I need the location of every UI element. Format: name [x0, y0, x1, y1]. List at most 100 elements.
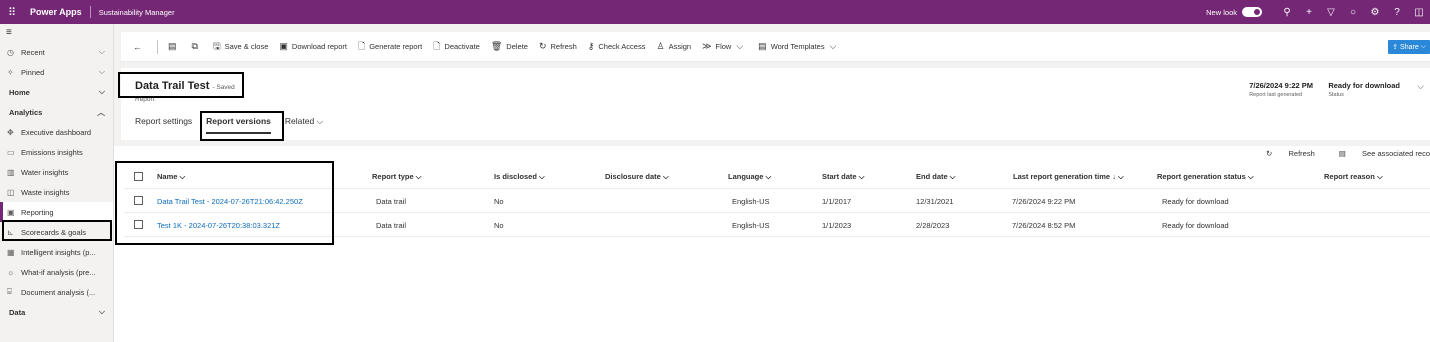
column-header-is-disclosed[interactable]: Is disclosed ⌵ [494, 172, 545, 182]
sidebar-item-reporting[interactable]: ▣ Reporting [0, 202, 113, 222]
row-generation-status: Ready for download [1162, 221, 1229, 230]
sidebar-group-label: Home [9, 87, 30, 97]
column-header-disclosure-date[interactable]: Disclosure date ⌵ [605, 172, 669, 182]
field-value: 7/26/2024 9:22 PM [1249, 81, 1313, 90]
share-button[interactable]: ⇪ Share ⌵ [1388, 40, 1430, 54]
save-icon: 🖫 [212, 40, 221, 51]
sidebar-item-label: Pinned [21, 67, 45, 77]
command-bar: ← ▤ ⧉ 🖫 Save & close ▣ Download report 🗋 Ge… [121, 32, 1430, 62]
tab-report-settings[interactable]: Report settings [135, 116, 192, 134]
chevron-down-icon[interactable]: ⌵ [99, 307, 105, 317]
download-report-button[interactable]: ▣ Download report [279, 41, 347, 52]
share-icon: ⇪ [1392, 44, 1401, 51]
download-icon: ▣ [279, 41, 288, 51]
app-launcher-icon[interactable]: ⠿ [0, 0, 24, 24]
column-header-generation-status[interactable]: Report generation status ⌵ [1157, 172, 1254, 182]
refresh-button[interactable]: ↻ Refresh [539, 41, 577, 52]
chevron-down-icon[interactable]: ⌵ [99, 47, 105, 57]
button-label: Check Access [598, 42, 646, 51]
sidebar-item-document-analysis[interactable]: ⌸ Document analysis (... [0, 282, 113, 302]
insights-icon: ▦ [7, 247, 15, 257]
chevron-down-icon: ⌵ [1247, 172, 1254, 181]
chevron-down-icon[interactable]: ⌵ [1417, 81, 1424, 92]
sidebar-item-intelligent-insights[interactable]: ▦ Intelligent insights (p... [0, 242, 113, 262]
row-start-date: 1/1/2023 [822, 221, 852, 230]
form-view-button[interactable]: ▤ [168, 41, 181, 52]
column-header-report-type[interactable]: Report type ⌵ [372, 172, 421, 182]
highlight-box-tab [200, 111, 284, 141]
brand-name[interactable]: Power Apps [30, 7, 82, 17]
filter-icon[interactable]: ▽ [1320, 7, 1342, 18]
new-look-label: New look [1206, 7, 1237, 17]
check-access-button[interactable]: ⚷ Check Access [588, 41, 646, 52]
refresh-icon: ↻ [1266, 149, 1277, 158]
chevron-up-icon[interactable]: ︿ [97, 107, 105, 118]
sidebar-item-what-if-analysis[interactable]: ☼ What-if analysis (pre... [0, 262, 113, 282]
chevron-down-icon[interactable]: ⌵ [99, 67, 105, 77]
save-close-button[interactable]: 🖫 Save & close [213, 39, 268, 55]
hamburger-icon[interactable]: ≡ [0, 24, 113, 42]
tab-label: Related [284, 116, 315, 126]
chevron-down-icon: ⌵ [539, 172, 545, 181]
sidebar-item-recent[interactable]: ◷ Recent ⌵ [0, 42, 113, 62]
header-label: Start date [822, 172, 857, 181]
add-icon[interactable]: + [1298, 7, 1320, 18]
sidebar-item-label: Intelligent insights (p... [21, 247, 96, 257]
row-end-date: 2/28/2023 [916, 221, 950, 230]
chevron-down-icon[interactable]: ⌵ [99, 87, 105, 97]
chevron-down-icon: ⌵ [1418, 43, 1426, 50]
tab-related[interactable]: Related ⌵ [285, 116, 323, 134]
highlight-box-reporting [2, 220, 112, 241]
see-associated-button[interactable]: ▤ See associated reco [1327, 149, 1430, 158]
deactivate-button[interactable]: 🗋 Deactivate [433, 39, 480, 55]
reporting-icon: ▣ [7, 207, 15, 217]
column-header-end-date[interactable]: End date ⌵ [916, 172, 955, 182]
sidebar-item-label: Executive dashboard [21, 127, 92, 137]
button-label: Flow [715, 42, 732, 51]
assign-button[interactable]: ♙ Assign [656, 41, 691, 52]
button-label: Refresh [1288, 149, 1315, 158]
sidebar-item-executive-dashboard[interactable]: ✥ Executive dashboard [0, 122, 113, 142]
button-label: Download report [291, 42, 347, 51]
sidebar-group-analytics[interactable]: Analytics ︿ [0, 102, 113, 122]
form-icon: ▤ [168, 41, 177, 51]
column-header-start-date[interactable]: Start date ⌵ [822, 172, 864, 182]
settings-icon[interactable]: ⚙ [1364, 7, 1386, 18]
emissions-icon: ▭ [7, 147, 15, 157]
lightbulb-icon[interactable]: ○ [1342, 7, 1364, 18]
row-is-disclosed: No [494, 197, 504, 206]
header-label: End date [916, 172, 948, 181]
word-templates-button[interactable]: ▤ Word Templates ⌵ [758, 41, 840, 52]
sidebar-item-label: Waste insights [21, 187, 70, 197]
delete-button[interactable]: 🗑 Delete [491, 41, 528, 52]
flow-button[interactable]: ≫ Flow ⌵ [702, 41, 747, 52]
record-header: Data Trail Test - Saved Report Report set… [121, 68, 1430, 140]
open-new-window-button[interactable]: ⧉ [192, 41, 202, 52]
chevron-down-icon: ⌵ [316, 116, 324, 126]
new-look-toggle[interactable] [1242, 7, 1262, 17]
header-label: Is disclosed [494, 172, 537, 181]
sidebar-group-data[interactable]: Data ⌵ [0, 302, 113, 322]
column-header-last-generation-time[interactable]: Last report generation time ↓ ⌵ [1013, 172, 1124, 182]
column-header-report-reason[interactable]: Report reason ⌵ [1324, 172, 1383, 182]
sidebar-item-water-insights[interactable]: ▥ Water insights [0, 162, 113, 182]
grid-refresh-button[interactable]: ↻ Refresh [1254, 149, 1315, 158]
header-label: Report reason [1324, 172, 1375, 181]
sidebar-group-home[interactable]: Home ⌵ [0, 82, 113, 102]
sidebar-item-label: Emissions insights [21, 147, 83, 157]
back-button[interactable]: ← [133, 42, 146, 52]
copilot-icon[interactable]: ◫ [1408, 7, 1430, 18]
help-icon[interactable]: ? [1386, 7, 1408, 18]
sidebar-item-emissions-insights[interactable]: ▭ Emissions insights [0, 142, 113, 162]
app-name[interactable]: Sustainability Manager [99, 8, 175, 17]
sidebar-group-label: Analytics [9, 107, 43, 117]
search-icon[interactable]: ⚲ [1276, 7, 1298, 18]
button-label: Deactivate [444, 42, 480, 51]
sidebar-item-pinned[interactable]: ✧ Pinned ⌵ [0, 62, 113, 82]
deactivate-icon: 🗋 [433, 40, 441, 51]
trash-icon: 🗑 [490, 41, 503, 51]
chevron-down-icon: ⌵ [736, 41, 744, 51]
sidebar-item-waste-insights[interactable]: ◫ Waste insights [0, 182, 113, 202]
column-header-language[interactable]: Language ⌵ [728, 172, 771, 182]
generate-report-button[interactable]: 🗋 Generate report [358, 39, 422, 55]
